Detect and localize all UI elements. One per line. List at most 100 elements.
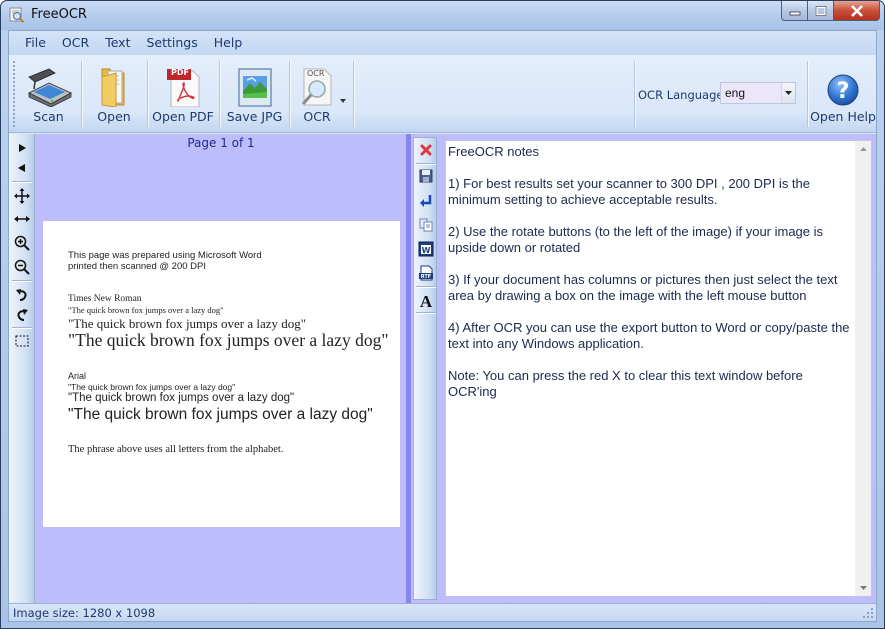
maximize-button[interactable]	[808, 1, 834, 21]
ocr-dropdown-arrow[interactable]	[339, 93, 347, 103]
scan-arial-small: "The quick brown fox jumps over a lazy d…	[68, 382, 236, 392]
menu-bar: File OCR Text Settings Help	[9, 31, 876, 55]
toolbar-separator	[12, 327, 32, 328]
red-x-icon	[420, 144, 432, 156]
folder-icon	[101, 68, 125, 107]
word-wrap-button[interactable]	[416, 191, 436, 211]
image-tools-toolbar	[9, 134, 35, 603]
scan-tnr-heading: Times New Roman	[68, 294, 142, 304]
toolbar-separator	[12, 280, 32, 281]
text-tools-toolbar: W RTF A	[413, 137, 437, 600]
menu-settings[interactable]: Settings	[138, 31, 205, 55]
clear-text-button[interactable]	[416, 140, 436, 160]
svg-text:W: W	[422, 246, 431, 255]
close-button[interactable]	[834, 1, 880, 21]
image-icon	[237, 68, 272, 107]
open-pdf-button[interactable]: PDF Open PDF	[152, 55, 214, 133]
menu-text[interactable]: Text	[97, 31, 138, 55]
scan-arial-medium: "The quick brown fox jumps over a lazy d…	[68, 392, 295, 404]
scan-arial-heading: Arial	[68, 371, 87, 381]
open-help-button[interactable]: ? Open Help	[810, 55, 876, 133]
menu-ocr[interactable]: OCR	[54, 31, 97, 55]
toolbar-separator	[81, 61, 82, 127]
vertical-scrollbar[interactable]	[855, 141, 871, 596]
zoom-out-button[interactable]	[12, 257, 32, 277]
resize-grip-icon[interactable]	[862, 607, 874, 619]
scan-label: Scan	[33, 109, 64, 124]
chevron-down-icon	[340, 99, 346, 103]
toolbar-separator	[634, 61, 635, 127]
close-icon	[850, 4, 863, 17]
minimize-icon	[789, 11, 800, 15]
scanner-icon	[27, 68, 72, 107]
rotate-left-button[interactable]	[12, 285, 32, 305]
ocr-language-dropdown-button[interactable]	[781, 83, 795, 103]
ocr-language-select[interactable]: eng	[720, 82, 796, 104]
move-arrows-icon	[14, 188, 30, 204]
pdf-icon-text: PDF	[171, 68, 189, 77]
rotate-right-icon	[17, 309, 28, 321]
help-icon: ?	[827, 74, 859, 106]
zoom-in-icon	[14, 235, 30, 251]
menu-help[interactable]: Help	[206, 31, 251, 55]
scroll-down-button[interactable]	[855, 580, 871, 596]
image-pane[interactable]: Page 1 of 1 This page was prepared using…	[36, 134, 406, 603]
toolbar-grip[interactable]	[13, 61, 15, 127]
ocr-language-value: eng	[725, 86, 746, 100]
select-area-button[interactable]	[12, 331, 32, 351]
ocr-button[interactable]: OCR OCR	[295, 55, 339, 133]
pane-splitter[interactable]	[406, 134, 411, 603]
play-left-icon	[18, 164, 25, 172]
horizontal-arrows-icon	[14, 216, 30, 222]
font-letter-a-icon: A	[420, 292, 433, 308]
toolbar-separator	[416, 163, 436, 164]
chevron-down-icon	[785, 90, 792, 95]
word-document-icon: W	[418, 241, 434, 257]
save-jpg-button[interactable]: Save JPG	[227, 55, 282, 133]
rotate-right-button[interactable]	[12, 305, 32, 325]
app-icon	[9, 7, 25, 23]
scan-footer-line: The phrase above uses all letters from t…	[68, 444, 284, 455]
client-area: File OCR Text Settings Help Scan Open PD…	[8, 30, 877, 622]
scan-arial-large: "The quick brown fox jumps over a lazy d…	[68, 406, 373, 423]
export-rtf-button[interactable]: RTF	[416, 263, 436, 283]
scan-tnr-small: "The quick brown fox jumps over a lazy d…	[68, 305, 224, 315]
minimize-button[interactable]	[781, 1, 808, 21]
scan-intro-line1: This page was prepared using Microsoft W…	[68, 250, 262, 261]
ocr-text-area[interactable]: FreeOCR notes 1) For best results set yo…	[445, 140, 872, 597]
title-bar[interactable]: FreeOCR	[1, 1, 884, 30]
copy-text-button[interactable]	[416, 215, 436, 235]
open-button[interactable]: Open	[89, 55, 139, 133]
zoom-out-icon	[14, 259, 30, 275]
main-toolbar: Scan Open PDF Open PDF Save JPG OCR OCR …	[9, 55, 876, 133]
menu-file[interactable]: File	[17, 31, 54, 55]
toolbar-separator	[12, 181, 32, 182]
svg-text:A: A	[420, 292, 433, 308]
main-area: Page 1 of 1 This page was prepared using…	[9, 134, 876, 603]
ocr-text-content[interactable]: FreeOCR notes 1) For best results set yo…	[446, 141, 856, 596]
next-page-button[interactable]	[12, 138, 32, 158]
fit-width-button[interactable]	[12, 209, 32, 229]
scan-button[interactable]: Scan	[21, 55, 76, 133]
return-arrow-icon	[420, 195, 432, 207]
export-word-button[interactable]: W	[416, 239, 436, 259]
status-bar: Image size: 1280 x 1098	[9, 603, 876, 621]
maximize-icon	[815, 5, 826, 16]
toolbar-separator	[147, 61, 148, 127]
floppy-disk-icon	[419, 169, 433, 183]
image-size-status: Image size: 1280 x 1098	[13, 606, 156, 620]
previous-page-button[interactable]	[12, 158, 32, 178]
pan-button[interactable]	[12, 186, 32, 206]
rotate-left-icon	[16, 289, 27, 301]
font-button[interactable]: A	[416, 290, 436, 310]
scroll-up-button[interactable]	[855, 141, 871, 157]
save-text-button[interactable]	[416, 166, 436, 186]
toolbar-separator	[353, 61, 354, 127]
freeocr-window: FreeOCR File OCR Text Settings Help Scan…	[0, 0, 885, 629]
play-right-icon	[19, 144, 26, 152]
scanned-page-image[interactable]: This page was prepared using Microsoft W…	[43, 221, 400, 527]
zoom-in-button[interactable]	[12, 233, 32, 253]
toolbar-separator	[289, 61, 290, 127]
toolbar-separator	[219, 61, 220, 127]
scroll-down-arrow-icon	[859, 586, 867, 590]
